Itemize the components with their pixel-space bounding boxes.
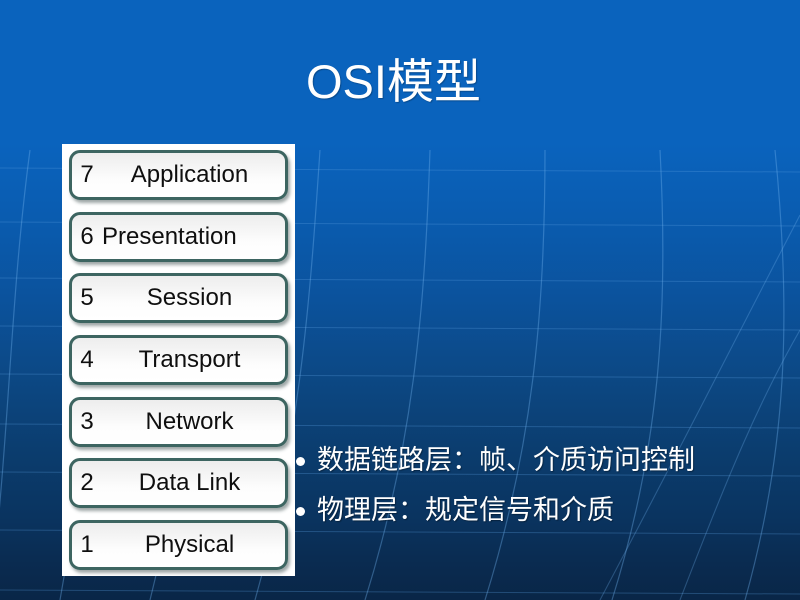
bullet-dot-icon bbox=[296, 457, 305, 466]
osi-layer-2-name: Data Link bbox=[138, 469, 241, 497]
bullet-text-data-link: 数据链路层：帧、介质访问控制 bbox=[317, 445, 695, 476]
presentation-slide: OSI模型 7 Application 6 Presentation 5 Ses… bbox=[0, 0, 800, 600]
osi-layer-6-name: Presentation bbox=[102, 222, 237, 250]
page-title: OSI模型 bbox=[306, 55, 481, 108]
osi-layer-1-name: Physical bbox=[144, 530, 235, 558]
osi-layer-5-number: 5 bbox=[80, 284, 94, 312]
osi-layer-4-number: 4 bbox=[80, 345, 94, 373]
osi-layer-4: 4 Transport bbox=[69, 334, 288, 385]
osi-layer-1-number: 1 bbox=[80, 530, 94, 558]
osi-layer-2-number: 2 bbox=[80, 469, 94, 497]
osi-layer-6-number: 6 bbox=[80, 222, 94, 250]
osi-layer-5: 5 Session bbox=[69, 273, 288, 324]
osi-layer-2: 2 Data Link bbox=[69, 458, 288, 509]
osi-layer-7-name: Application bbox=[130, 161, 249, 188]
list-item: 物理层：规定信号和介质 bbox=[296, 493, 788, 529]
osi-model-diagram: 7 Application 6 Presentation 5 Session 4… bbox=[62, 144, 295, 576]
osi-layer-6: 6 Presentation bbox=[69, 211, 288, 262]
list-item: 数据链路层：帧、介质访问控制 bbox=[296, 443, 788, 479]
osi-layer-4-name: Transport bbox=[138, 345, 241, 373]
bullet-list: 数据链路层：帧、介质访问控制 物理层：规定信号和介质 bbox=[296, 443, 788, 543]
osi-layer-3-name: Network bbox=[145, 407, 234, 435]
bullet-dot-icon bbox=[296, 507, 305, 516]
bullet-text-physical: 物理层：规定信号和介质 bbox=[317, 495, 614, 526]
osi-layer-3-number: 3 bbox=[80, 407, 94, 435]
osi-layer-7-number: 7 bbox=[80, 161, 94, 188]
osi-layer-7: 7 Application bbox=[69, 150, 288, 200]
osi-layer-1: 1 Physical bbox=[69, 519, 288, 570]
osi-layer-5-name: Session bbox=[146, 284, 233, 312]
osi-layer-3: 3 Network bbox=[69, 396, 288, 447]
